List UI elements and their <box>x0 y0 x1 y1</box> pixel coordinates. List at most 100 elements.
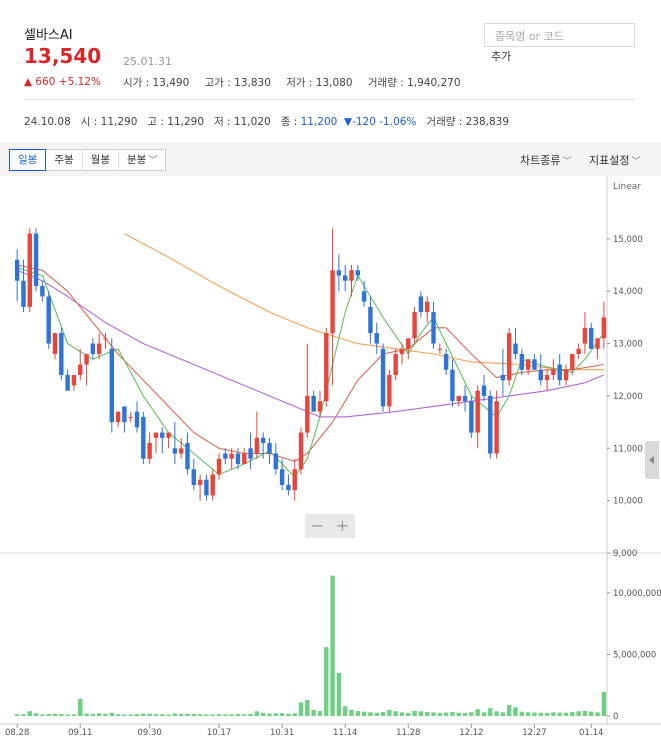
volume-bar <box>582 710 588 716</box>
candle-body <box>525 359 531 370</box>
candle-body <box>90 343 96 355</box>
candle-body <box>216 458 222 475</box>
candle-body <box>172 448 178 454</box>
candle-body <box>330 270 335 334</box>
candle-body <box>267 443 272 454</box>
volume-bar <box>456 712 461 716</box>
volume-bar <box>475 709 480 716</box>
chart-type-dropdown[interactable]: 차트종류 ﹀ <box>520 152 572 168</box>
candle-body <box>469 401 474 433</box>
candle-body <box>298 432 304 470</box>
candle-body <box>519 354 525 370</box>
volume-bar <box>494 711 499 716</box>
date-tick-label: 08.28 <box>5 728 29 738</box>
candle-body <box>40 285 45 297</box>
candle-body <box>355 270 361 276</box>
zoom-out-button[interactable]: − <box>305 514 330 538</box>
candle-body <box>134 411 140 428</box>
volume-bar <box>330 575 335 716</box>
volume-bar <box>462 713 468 716</box>
candle-body <box>544 374 550 381</box>
volume-bar <box>532 712 537 716</box>
indicator-settings-dropdown[interactable]: 지표설정 ﹀ <box>589 152 641 168</box>
volume-bar <box>235 714 241 716</box>
period-daily-button[interactable]: 일봉 <box>9 149 47 171</box>
candle-body <box>103 338 108 340</box>
volume-bar <box>90 714 96 716</box>
volume-bar <box>286 713 291 716</box>
candle-body <box>488 395 493 454</box>
volume-bar <box>418 711 424 716</box>
period-minute-dropdown[interactable]: 분봉 ﹀ <box>119 150 165 170</box>
volume-bar <box>406 712 411 716</box>
candle-body <box>576 348 581 355</box>
candle-body <box>235 453 241 464</box>
candle-body <box>160 432 165 438</box>
date-tick-label: 11.14 <box>333 728 357 738</box>
volume-bar <box>424 711 430 716</box>
add-stock-button[interactable]: 추가 <box>491 48 511 64</box>
volume-bar <box>59 714 64 716</box>
date-tick-label: 10.17 <box>207 728 231 738</box>
candle-body <box>374 333 379 344</box>
stock-search-input[interactable]: 종목명 or 코드 <box>484 23 635 47</box>
candle-body <box>27 233 32 307</box>
candle-body <box>532 359 537 370</box>
volume-bar <box>481 712 487 716</box>
volume-bar <box>260 712 266 716</box>
chevron-down-icon: ﹀ <box>631 157 641 167</box>
volume-bar <box>324 647 329 716</box>
volume-bar <box>40 714 45 716</box>
period-weekly-button[interactable]: 주봉 <box>46 150 83 170</box>
volume-bar <box>570 712 575 716</box>
candle-body <box>33 233 39 286</box>
volume-bar <box>563 712 569 716</box>
candle-body <box>336 270 342 276</box>
candle-body <box>475 390 480 433</box>
candle-body <box>46 296 51 344</box>
volume-bar <box>551 712 556 716</box>
date-tick-label: 01.14 <box>579 728 603 738</box>
volume-bar <box>147 713 152 716</box>
volume-bar <box>538 712 543 716</box>
price-change: ▲ 660 +5.12% <box>24 76 101 88</box>
zoom-controls: − + <box>305 514 355 538</box>
hover-open: 시 : 11,290 <box>80 116 138 128</box>
chevron-down-icon: ﹀ <box>562 157 572 167</box>
hover-change: ▼-120 -1.06% <box>344 116 417 128</box>
date-tick-label: 09.11 <box>68 728 92 738</box>
volume-axis: 0 5,000,000 10,000,000 <box>607 589 661 722</box>
price-tick-label: 13,000 <box>613 340 643 350</box>
period-monthly-button[interactable]: 월봉 <box>83 150 119 170</box>
candle-body <box>582 327 588 344</box>
volume-bar <box>242 714 247 716</box>
hover-volume: 거래량 : 238,839 <box>426 116 510 128</box>
candle-body <box>387 374 392 407</box>
side-panel-toggle[interactable] <box>645 441 659 479</box>
candle-body <box>456 395 461 402</box>
zoom-in-button[interactable]: + <box>330 514 355 538</box>
price-chart[interactable]: Linear 9,000 10,000 11,000 12,000 13,000 14,0… <box>0 176 661 741</box>
candle-body <box>601 317 607 339</box>
volume-bar <box>178 713 184 716</box>
candle-body <box>65 374 70 391</box>
hover-date: 24.10.08 <box>24 116 71 128</box>
candle-body <box>279 469 285 485</box>
volume-bar <box>317 711 323 716</box>
candle-body <box>21 280 26 307</box>
volume-bar <box>273 713 279 716</box>
volume-bar <box>279 713 285 716</box>
volume-bar <box>589 711 594 716</box>
candle-body <box>431 312 436 344</box>
current-price: 13,540 <box>24 44 102 68</box>
candle-body <box>406 338 411 349</box>
candle-body <box>185 443 190 470</box>
volume-bar <box>557 712 562 716</box>
volume-bar <box>576 711 581 716</box>
price-axis: 9,000 10,000 11,000 12,000 13,000 14,000 15,00… <box>607 235 643 559</box>
open-price: 시가 : 13,490 <box>123 77 190 89</box>
candle-body <box>424 301 430 313</box>
candle-body <box>399 348 405 355</box>
volume-bar <box>65 714 70 716</box>
candle-body <box>513 343 518 355</box>
